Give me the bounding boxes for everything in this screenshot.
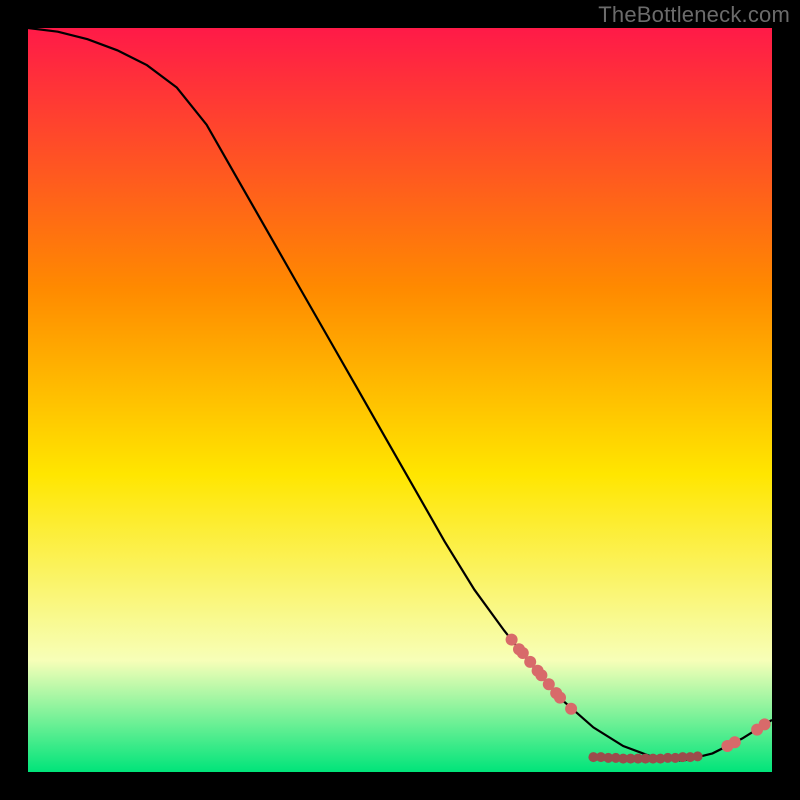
chart-frame: TheBottleneck.com [0, 0, 800, 800]
data-marker [693, 751, 703, 761]
chart-plot-area [28, 28, 772, 772]
data-marker [729, 736, 741, 748]
data-marker [506, 634, 518, 646]
data-marker [759, 718, 771, 730]
chart-svg [28, 28, 772, 772]
data-marker [565, 703, 577, 715]
data-marker [554, 692, 566, 704]
gradient-background [28, 28, 772, 772]
watermark-text: TheBottleneck.com [598, 2, 790, 28]
